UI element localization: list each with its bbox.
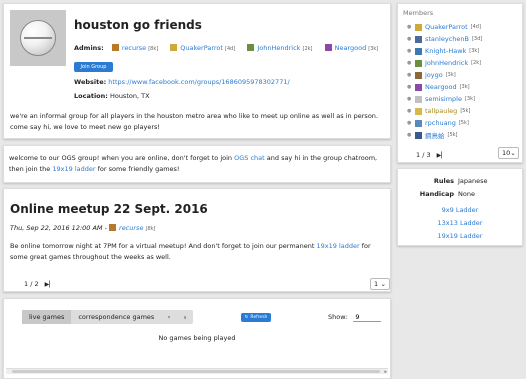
avatar xyxy=(415,71,422,79)
list-item[interactable]: ● stanleychenB [3d] xyxy=(407,33,482,45)
group-title: houston go friends xyxy=(74,18,202,32)
list-item[interactable]: ● joygo [3k] xyxy=(407,69,482,81)
avatar xyxy=(415,59,422,67)
news-title: Online meetup 22 Sept. 2016 xyxy=(10,202,208,216)
news-per-page-select[interactable]: 1 ⌄ xyxy=(370,278,390,290)
members-header: Members xyxy=(403,9,434,17)
tab-correspondence-games[interactable]: correspondence games xyxy=(71,310,161,324)
avatar xyxy=(415,35,422,43)
page-indicator: 1 / 2 xyxy=(24,280,39,288)
website-link[interactable]: https://www.facebook.com/groups/16860959… xyxy=(108,78,289,86)
admins-row: Admins: recurse [8k] QuakerParrot [4d] J… xyxy=(74,44,388,52)
admins-label: Admins: xyxy=(74,44,104,52)
ladder-19x19-link[interactable]: 19x19 Ladder xyxy=(398,232,522,240)
avatar xyxy=(111,44,119,51)
news-meta: Thu, Sep 22, 2016 12:00 AM - recurse [8k… xyxy=(10,224,156,232)
page-indicator: 1 / 3 xyxy=(416,151,431,159)
ogs-chat-link[interactable]: OGS chat xyxy=(234,154,265,162)
filter-icon[interactable] xyxy=(161,310,177,324)
list-item[interactable]: ● rpchuang [5k] xyxy=(407,117,482,129)
members-per-page-select[interactable]: 10 ⌄ xyxy=(498,147,519,159)
ladder-13x13-link[interactable]: 13x13 Ladder xyxy=(398,219,522,227)
admin-quakerparrot[interactable]: QuakerParrot [4d] xyxy=(170,44,235,52)
group-description: we're an informal group for all players … xyxy=(10,112,378,131)
website-row: Website: https://www.facebook.com/groups… xyxy=(74,78,290,86)
location-value: Houston, TX xyxy=(109,92,150,100)
list-item[interactable]: ● semisimple [3k] xyxy=(407,93,482,105)
list-item[interactable]: ● 鋼鳥蛤 [5k] xyxy=(407,129,482,141)
avatar xyxy=(415,119,422,127)
news-author-link[interactable]: recurse xyxy=(119,224,143,232)
handicap-value: None xyxy=(458,190,475,198)
games-tabs: live games correspondence games xyxy=(22,310,194,324)
list-item[interactable]: ● JohnHendrick [2k] xyxy=(407,57,482,69)
avatar xyxy=(247,44,255,51)
chevron-down-icon: ⌄ xyxy=(380,280,386,288)
rules-value: Japanese xyxy=(458,177,488,185)
admin-recurse[interactable]: recurse [8k] xyxy=(111,44,158,52)
last-page-icon[interactable]: ▶▏ xyxy=(437,152,446,159)
ladder-link[interactable]: 19x19 ladder xyxy=(317,242,360,250)
news-card: Online meetup 22 Sept. 2016 Thu, Sep 22,… xyxy=(3,188,391,292)
group-icon xyxy=(10,10,66,66)
avatar xyxy=(415,107,422,115)
members-pager: 1 / 3 ▶▏ xyxy=(416,151,446,159)
refresh-icon: ↻ xyxy=(244,315,249,320)
admin-neargood[interactable]: Neargood [3k] xyxy=(324,44,378,52)
handicap-row: Handicap None xyxy=(419,190,475,198)
show-count-input[interactable] xyxy=(353,312,382,322)
avatar xyxy=(415,131,422,139)
show-count: Show: xyxy=(328,312,382,322)
group-header-card: houston go friends Admins: recurse [8k] … xyxy=(3,3,391,139)
ladder-link[interactable]: 19x19 ladder xyxy=(52,165,95,173)
avatar xyxy=(324,44,332,51)
list-item[interactable]: ● tallpauleg [5k] xyxy=(407,105,482,117)
list-item[interactable]: ● Knight-Hawk [3k] xyxy=(407,45,482,57)
ladder-9x9-link[interactable]: 9x9 Ladder xyxy=(398,206,522,214)
list-view-icon[interactable] xyxy=(177,310,193,324)
avatar xyxy=(109,224,117,231)
news-body: Be online tomorrow night at 7PM for a vi… xyxy=(10,242,371,261)
join-group-button[interactable]: Join Group xyxy=(74,62,113,72)
rules-row: Rules Japanese xyxy=(433,177,488,185)
chevron-down-icon: ⌄ xyxy=(510,149,516,157)
avatar xyxy=(170,44,178,51)
avatar xyxy=(415,23,422,31)
games-card: live games correspondence games ↻ Refresh… xyxy=(3,298,391,379)
admin-johnhendrick[interactable]: JohnHendrick [2k] xyxy=(247,44,313,52)
last-page-icon[interactable]: ▶▏ xyxy=(45,281,54,288)
avatar xyxy=(415,95,422,103)
list-item[interactable]: ● QuakerParrot [4d] xyxy=(407,21,482,33)
tab-live-games[interactable]: live games xyxy=(22,310,72,324)
horizontal-scrollbar[interactable]: ▸ xyxy=(6,368,388,375)
welcome-card: welcome to our OGS group! when you are o… xyxy=(3,145,391,183)
member-list: ● QuakerParrot [4d] ● stanleychenB [3d] ● Kni… xyxy=(407,21,482,141)
avatar xyxy=(415,83,422,91)
no-games-message: No games being played xyxy=(158,334,236,342)
members-card: Members ● QuakerParrot [4d] ● stanleychenB[… xyxy=(397,3,523,163)
refresh-button[interactable]: ↻ Refresh xyxy=(241,313,271,322)
list-item[interactable]: ● Neargood [3k] xyxy=(407,81,482,93)
rules-card: Rules Japanese Handicap None 9x9 Ladder 13… xyxy=(397,168,523,246)
avatar xyxy=(415,47,422,55)
news-pager: 1 / 2 ▶▏ xyxy=(24,280,54,288)
location-row: Location: Houston, TX xyxy=(74,92,150,100)
